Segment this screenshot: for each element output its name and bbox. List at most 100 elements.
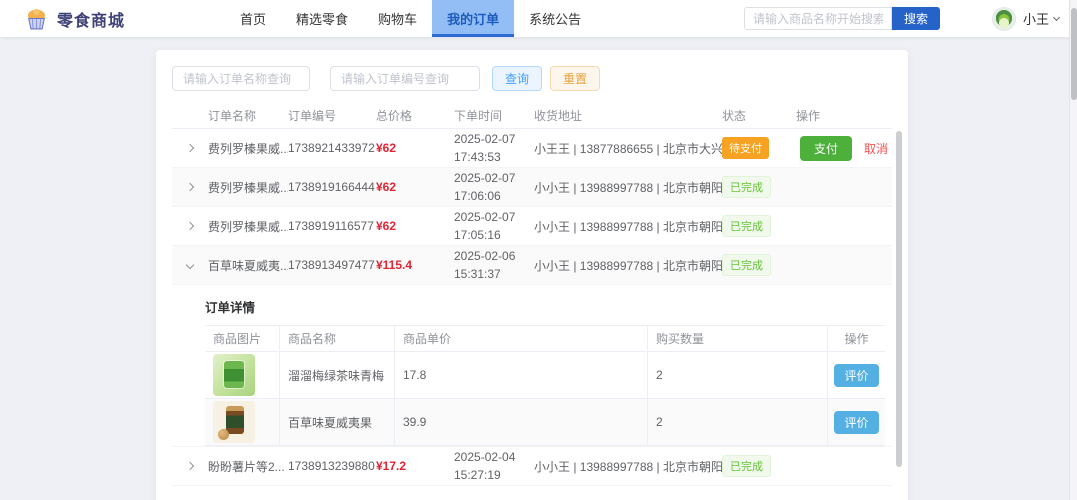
order-name: 费列罗榛果威... bbox=[208, 140, 288, 157]
order-name: 盼盼薯片等2... bbox=[208, 458, 288, 475]
order-row: 费列罗榛果威... 1738919116577 ¥62 2025-02-0717… bbox=[172, 207, 892, 246]
orders-table: 订单名称 订单编号 总价格 下单时间 收货地址 状态 操作 费列罗榛果威... … bbox=[172, 103, 892, 486]
order-detail-section: 订单详情 商品图片 商品名称 商品单价 购买数量 操作 溜溜梅绿茶味青梅 17.… bbox=[172, 285, 892, 447]
col-product-quantity: 购买数量 bbox=[648, 326, 828, 351]
nav-item-home[interactable]: 首页 bbox=[225, 0, 281, 37]
order-time: 15:27:19 bbox=[454, 466, 534, 484]
order-price: ¥115.4 bbox=[376, 258, 454, 272]
order-address: 小小王 | 13988997788 | 北京市朝阳区东... bbox=[534, 458, 722, 475]
status-badge: 已完成 bbox=[722, 254, 771, 276]
collapse-row-icon[interactable] bbox=[187, 262, 193, 268]
order-date: 2025-02-04 bbox=[454, 448, 534, 466]
review-button[interactable]: 评价 bbox=[834, 411, 878, 434]
order-address: 小小王 | 13988997788 | 北京市朝阳区东... bbox=[534, 257, 722, 274]
order-number-filter-input[interactable] bbox=[330, 66, 480, 91]
order-number: 1738921433972 bbox=[288, 141, 376, 155]
order-detail-header: 商品图片 商品名称 商品单价 购买数量 操作 bbox=[205, 326, 885, 352]
page-scrollbar[interactable] bbox=[1069, 0, 1077, 500]
order-price: ¥62 bbox=[376, 219, 454, 233]
nav-item-featured-snacks[interactable]: 精选零食 bbox=[281, 0, 363, 37]
cancel-link[interactable]: 取消 bbox=[864, 140, 888, 157]
product-price: 17.8 bbox=[395, 352, 648, 398]
order-name-filter-input[interactable] bbox=[172, 66, 310, 91]
col-product-name: 商品名称 bbox=[280, 326, 395, 351]
scrollbar-thumb[interactable] bbox=[1071, 8, 1077, 100]
product-price: 39.9 bbox=[395, 399, 648, 445]
order-address: 小王王 | 13877886655 | 北京市大兴区枫... bbox=[534, 140, 722, 157]
order-detail-title: 订单详情 bbox=[205, 297, 892, 316]
detail-row: 溜溜梅绿茶味青梅 17.8 2 评价 bbox=[205, 352, 885, 399]
expand-row-icon[interactable] bbox=[187, 184, 193, 190]
product-quantity: 2 bbox=[648, 399, 828, 445]
col-product-price: 商品单价 bbox=[395, 326, 648, 351]
product-name: 溜溜梅绿茶味青梅 bbox=[280, 352, 395, 398]
expand-row-icon[interactable] bbox=[187, 463, 193, 469]
brand-title: 零食商城 bbox=[57, 7, 125, 31]
orders-table-header: 订单名称 订单编号 总价格 下单时间 收货地址 状态 操作 bbox=[172, 103, 892, 129]
nav-item-cart[interactable]: 购物车 bbox=[363, 0, 432, 37]
order-row: 费列罗榛果威... 1738921433972 ¥62 2025-02-0717… bbox=[172, 129, 892, 168]
product-image-green-plum bbox=[213, 354, 255, 396]
order-date: 2025-02-07 bbox=[454, 169, 534, 187]
col-actions: 操作 bbox=[796, 107, 892, 124]
col-order-name: 订单名称 bbox=[208, 107, 288, 124]
nav-menu: 首页 精选零食 购物车 我的订单 系统公告 bbox=[225, 0, 596, 37]
order-name: 费列罗榛果威... bbox=[208, 179, 288, 196]
product-quantity: 2 bbox=[648, 352, 828, 398]
search-button[interactable]: 搜索 bbox=[892, 7, 940, 30]
order-number: 1738919116577 bbox=[288, 219, 376, 233]
pay-button[interactable]: 支付 bbox=[800, 136, 852, 161]
order-date: 2025-02-06 bbox=[454, 247, 534, 265]
col-order-time: 下单时间 bbox=[454, 107, 534, 125]
order-number: 1738919166444 bbox=[288, 180, 376, 194]
navbar-right: 搜索 小王 bbox=[744, 0, 1059, 37]
order-name: 百草味夏威夷... bbox=[208, 257, 288, 274]
status-badge: 已完成 bbox=[722, 176, 771, 198]
order-row: 盼盼薯片等2... 1738913239880 ¥17.2 2025-02-04… bbox=[172, 447, 892, 486]
order-number: 1738913239880 bbox=[288, 459, 376, 473]
order-time: 17:43:53 bbox=[454, 148, 534, 166]
order-price: ¥62 bbox=[376, 141, 454, 155]
query-button[interactable]: 查询 bbox=[492, 66, 542, 91]
order-address: 小小王 | 13988997788 | 北京市朝阳区东... bbox=[534, 218, 722, 235]
order-name: 费列罗榛果威... bbox=[208, 218, 288, 235]
order-row-expanded: 百草味夏威夷... 1738913497477 ¥115.4 2025-02-0… bbox=[172, 246, 892, 285]
order-detail-table: 商品图片 商品名称 商品单价 购买数量 操作 溜溜梅绿茶味青梅 17.8 2 评… bbox=[205, 325, 885, 446]
table-scrollbar[interactable] bbox=[896, 131, 902, 467]
col-product-image: 商品图片 bbox=[205, 326, 280, 351]
status-badge: 待支付 bbox=[722, 137, 769, 159]
status-badge: 已完成 bbox=[722, 215, 771, 237]
col-product-action: 操作 bbox=[828, 330, 885, 347]
order-address: 小小王 | 13988997788 | 北京市朝阳区东... bbox=[534, 179, 722, 196]
username-label: 小王 bbox=[1023, 9, 1049, 28]
col-total-price: 总价格 bbox=[376, 107, 454, 124]
expand-row-icon[interactable] bbox=[187, 145, 193, 151]
order-time: 15:31:37 bbox=[454, 265, 534, 283]
expand-row-icon[interactable] bbox=[187, 223, 193, 229]
order-time: 17:06:06 bbox=[454, 187, 534, 205]
order-date: 2025-02-07 bbox=[454, 130, 534, 148]
user-avatar[interactable] bbox=[992, 7, 1016, 31]
nav-item-announcements[interactable]: 系统公告 bbox=[514, 0, 596, 37]
review-button[interactable]: 评价 bbox=[834, 364, 878, 387]
product-search-input[interactable] bbox=[744, 7, 892, 30]
product-image-nut-jar bbox=[213, 401, 255, 443]
order-time: 17:05:16 bbox=[454, 226, 534, 244]
brand[interactable]: 零食商城 bbox=[24, 6, 125, 31]
order-filter-bar: 查询 重置 bbox=[172, 66, 892, 91]
order-row: 费列罗榛果威... 1738919166444 ¥62 2025-02-0717… bbox=[172, 168, 892, 207]
reset-button[interactable]: 重置 bbox=[550, 66, 600, 91]
order-date: 2025-02-07 bbox=[454, 208, 534, 226]
order-price: ¥17.2 bbox=[376, 459, 454, 473]
nav-item-my-orders[interactable]: 我的订单 bbox=[432, 0, 514, 37]
chevron-down-icon bbox=[1053, 14, 1060, 21]
detail-row: 百草味夏威夷果 39.9 2 评价 bbox=[205, 399, 885, 446]
orders-panel: 查询 重置 订单名称 订单编号 总价格 下单时间 收货地址 状态 操作 费列罗榛… bbox=[156, 50, 908, 500]
user-menu[interactable]: 小王 bbox=[1023, 9, 1059, 28]
order-price: ¥62 bbox=[376, 180, 454, 194]
status-badge: 已完成 bbox=[722, 455, 771, 477]
top-navbar: 零食商城 首页 精选零食 购物车 我的订单 系统公告 搜索 小王 bbox=[0, 0, 1077, 37]
col-status: 状态 bbox=[722, 107, 796, 124]
product-name: 百草味夏威夷果 bbox=[280, 399, 395, 445]
order-number: 1738913497477 bbox=[288, 258, 376, 272]
